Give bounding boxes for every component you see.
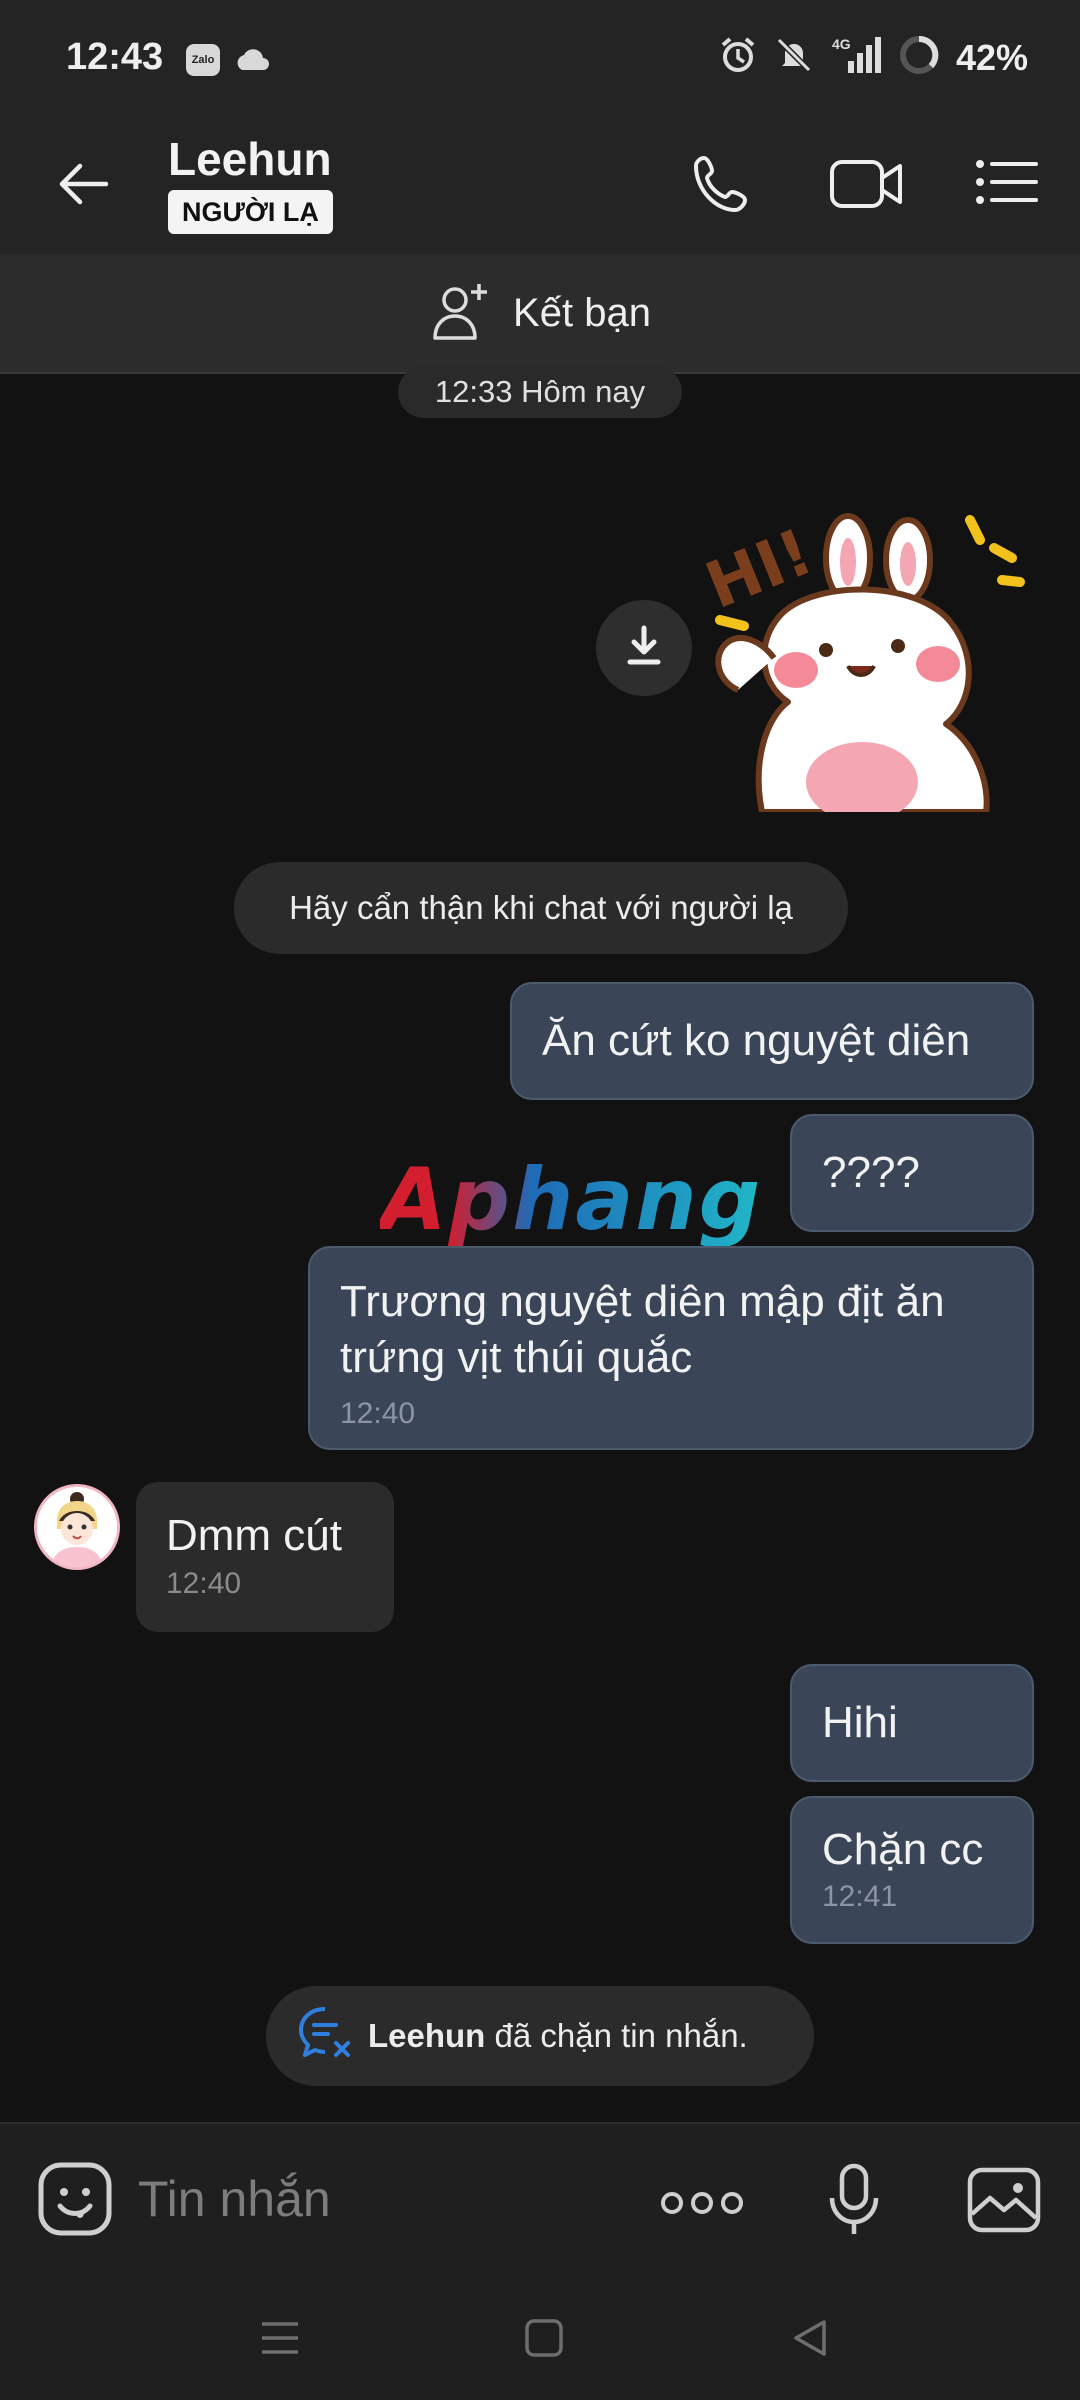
message-input[interactable]: Tin nhắn <box>138 2170 331 2228</box>
cloud-icon <box>232 44 269 76</box>
signal-icon: 4G <box>830 35 882 80</box>
battery-icon <box>898 34 940 81</box>
message-time: 12:40 <box>340 1397 416 1430</box>
message-received[interactable]: Dmm cút 12:40 <box>136 1482 394 1632</box>
blocked-text: Leehun đã chặn tin nhắn. <box>368 2017 748 2055</box>
message-sent[interactable]: Trương nguyệt diên mập địt ăn trứng vịt … <box>308 1246 1034 1450</box>
message-text: Chặn cc <box>822 1825 984 1874</box>
phone-icon[interactable] <box>686 148 758 220</box>
zalo-icon: Zalo <box>186 44 220 76</box>
home-icon[interactable] <box>522 2316 566 2365</box>
blocked-message-icon <box>296 2003 354 2069</box>
message-sent[interactable]: ???? <box>790 1114 1034 1232</box>
message-time: 12:41 <box>822 1880 898 1913</box>
more-options-icon[interactable] <box>660 2188 744 2223</box>
date-separator: 12:33 Hôm nay <box>398 366 682 418</box>
svg-text:4G: 4G <box>832 36 851 52</box>
back-arrow-icon[interactable] <box>54 154 114 214</box>
status-icons: 4G 42% <box>718 34 1028 81</box>
video-camera-icon[interactable] <box>826 148 902 220</box>
message-text: Trương nguyệt diên mập địt ăn trứng vịt … <box>340 1277 945 1382</box>
battery-percent: 42% <box>955 36 1028 78</box>
back-nav-icon[interactable] <box>788 2316 832 2365</box>
menu-list-icon[interactable] <box>970 148 1042 220</box>
message-text: Hihi <box>822 1698 898 1747</box>
download-button[interactable] <box>596 600 692 696</box>
system-navigation-bar <box>0 2278 1080 2400</box>
blocked-suffix: đã chặn tin nhắn. <box>485 2017 748 2054</box>
status-time: 12:43 <box>66 36 164 78</box>
gallery-icon[interactable] <box>966 2164 1042 2241</box>
add-friend-label: Kết bạn <box>513 290 651 335</box>
emoji-icon[interactable] <box>36 2160 114 2238</box>
contact-name[interactable]: Leehun <box>168 132 332 186</box>
message-time: 12:40 <box>166 1567 242 1600</box>
watermark-logo: Aphang <box>380 1150 763 1250</box>
blocked-name: Leehun <box>368 2017 486 2054</box>
add-user-icon <box>429 278 495 349</box>
stranger-warning: Hãy cẩn thận khi chat với người lạ <box>234 862 848 954</box>
microphone-icon[interactable] <box>826 2162 882 2243</box>
add-friend-button[interactable]: Kết bạn <box>0 254 1080 374</box>
contact-avatar[interactable] <box>34 1484 120 1570</box>
download-icon <box>624 624 664 673</box>
message-text: Ăn cứt ko nguyệt diên <box>542 1016 971 1065</box>
message-text: Dmm cút <box>166 1511 342 1560</box>
recent-apps-icon[interactable] <box>258 2316 302 2365</box>
stranger-badge: NGƯỜI LẠ <box>168 190 333 234</box>
status-bar: 12:43 Zalo 4G 42% <box>0 0 1080 120</box>
message-sent[interactable]: Ăn cứt ko nguyệt diên <box>510 982 1034 1100</box>
alarm-icon <box>718 35 758 80</box>
blocked-notice: Leehun đã chặn tin nhắn. <box>266 1986 814 2086</box>
message-sent[interactable]: Hihi <box>790 1664 1034 1782</box>
chat-header: Leehun NGƯỜI LẠ <box>0 120 1080 254</box>
mute-icon <box>774 35 814 80</box>
sticker-bunny-hi[interactable]: HI! <box>696 494 1038 822</box>
chat-screen: 12:43 Zalo 4G 42% Leehun NGƯỜI LẠ Kết bạ… <box>0 0 1080 2400</box>
message-text: ???? <box>822 1148 920 1197</box>
message-input-bar: Tin nhắn <box>0 2122 1080 2278</box>
message-sent[interactable]: Chặn cc 12:41 <box>790 1796 1034 1944</box>
